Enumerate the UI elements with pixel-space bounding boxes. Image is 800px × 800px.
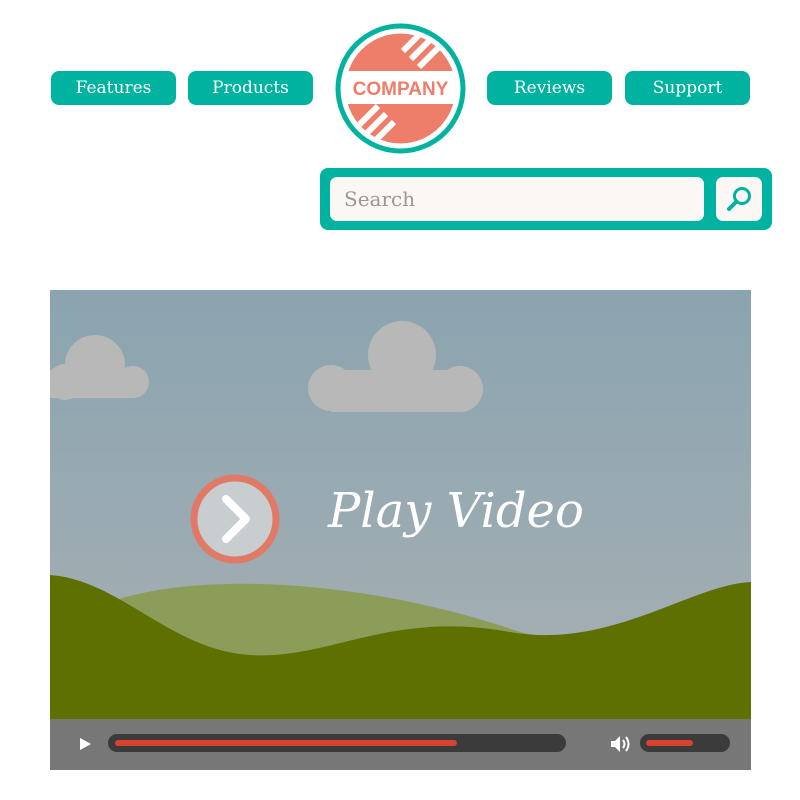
search-icon (727, 187, 751, 211)
nav-features-button[interactable]: Features (51, 71, 176, 105)
volume-slider[interactable] (640, 734, 730, 752)
search-bar (320, 168, 772, 230)
progress-fill (115, 740, 457, 746)
company-logo[interactable]: COMPANY (333, 21, 468, 156)
nav-reviews-button[interactable]: Reviews (487, 71, 612, 105)
search-input[interactable] (330, 177, 704, 221)
big-play-button[interactable] (190, 474, 280, 564)
video-controls (50, 719, 751, 770)
search-button[interactable] (716, 177, 762, 221)
logo-text: COMPANY (353, 79, 449, 100)
nav-support-button[interactable]: Support (625, 71, 750, 105)
play-triangle-icon (80, 738, 91, 750)
speaker-icon (611, 736, 630, 752)
nav-products-button[interactable]: Products (188, 71, 313, 105)
progress-bar[interactable] (108, 734, 566, 752)
video-player[interactable]: Play Video (50, 290, 751, 770)
chevron-right-icon (190, 474, 280, 564)
volume-button[interactable] (608, 732, 634, 756)
logo-emblem-icon: COMPANY (335, 23, 466, 154)
volume-fill (646, 740, 693, 746)
video-title: Play Video (328, 483, 584, 539)
play-button[interactable] (74, 733, 96, 755)
